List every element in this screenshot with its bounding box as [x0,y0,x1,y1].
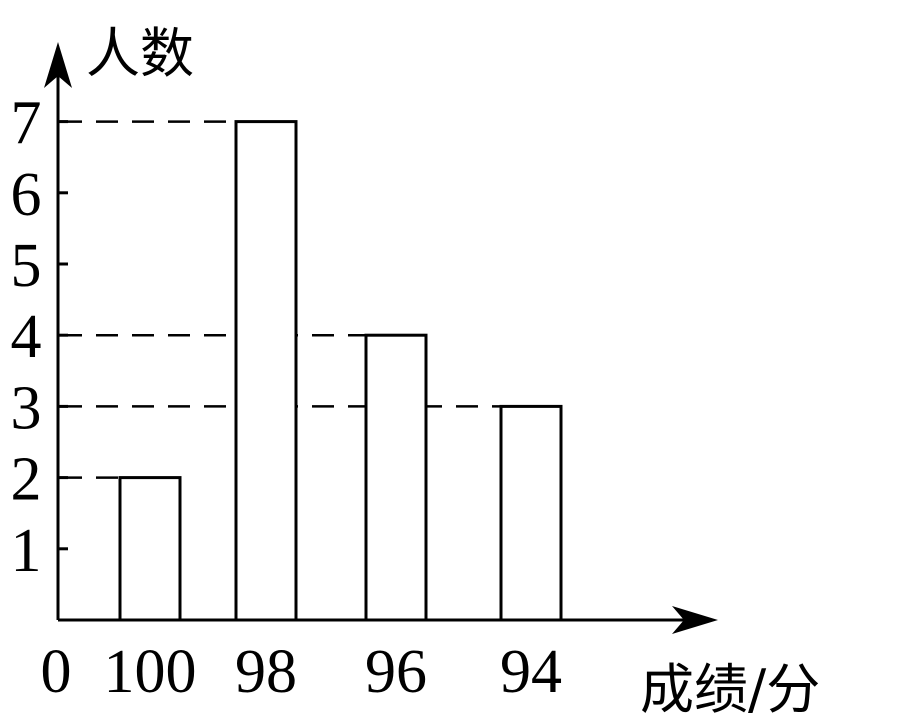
bar-chart: 1234567 100 98 96 94 0 人数 成绩/分 [11,22,821,721]
y-tick-label-7: 7 [11,90,42,158]
y-tick-label-3: 3 [11,374,42,442]
x-tick-label-94: 94 [500,638,562,706]
x-tick-label-98: 98 [235,638,297,706]
bar-100 [118,476,182,622]
y-tick-label-1: 1 [11,517,42,585]
y-tick-label-5: 5 [11,232,42,300]
bar-94 [499,404,563,622]
bar-98 [234,120,298,622]
origin-label: 0 [41,638,72,706]
bar-96 [364,333,428,622]
y-tick-label-6: 6 [11,161,42,229]
y-axis-title: 人数 [86,22,194,85]
y-tick-label-4: 4 [11,303,42,371]
y-tick-label-2: 2 [11,446,42,514]
x-tick-label-100: 100 [104,638,197,706]
x-tick-labels: 100 98 96 94 [104,638,563,706]
x-tick-label-96: 96 [365,638,427,706]
bars [118,120,563,622]
x-axis-title: 成绩/分 [640,658,820,721]
